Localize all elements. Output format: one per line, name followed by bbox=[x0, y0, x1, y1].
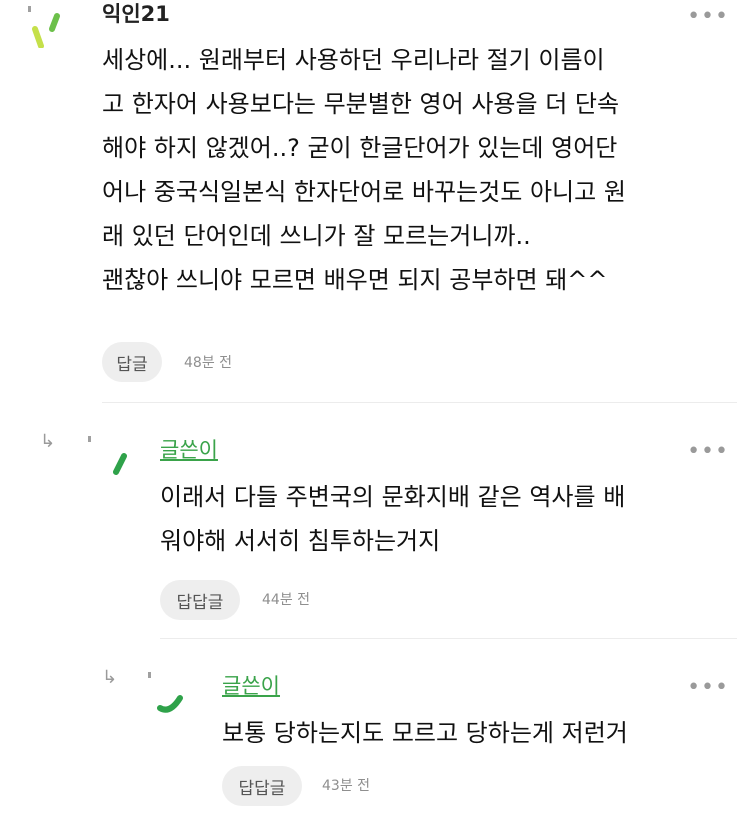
comment-timestamp: 43분 전 bbox=[322, 778, 371, 794]
avatar bbox=[88, 436, 127, 475]
comment-text: 이래서 다들 주변국의 문화지배 같은 역사를 배 워야해 서서히 침투하는거지 bbox=[160, 483, 626, 555]
reply-button[interactable]: 답답글 bbox=[222, 766, 302, 806]
comment-author[interactable]: 글쓴이 bbox=[222, 676, 280, 697]
comment-timestamp: 44분 전 bbox=[262, 592, 311, 608]
reply-arrow-icon: ↳ bbox=[102, 667, 118, 688]
comment-text: 세상에... 원래부터 사용하던 우리나라 절기 이름이 고 한자어 사용보다는… bbox=[102, 46, 626, 294]
divider bbox=[160, 638, 737, 639]
avatar bbox=[148, 672, 183, 713]
comment-author[interactable]: 익인21 bbox=[102, 4, 170, 25]
more-options-icon[interactable]: ••• bbox=[687, 441, 729, 463]
more-options-icon[interactable]: ••• bbox=[687, 6, 729, 28]
divider bbox=[102, 402, 737, 403]
avatar bbox=[28, 6, 60, 48]
reply-button[interactable]: 답답글 bbox=[160, 580, 240, 620]
reply-arrow-icon: ↳ bbox=[40, 431, 56, 452]
comment-timestamp: 48분 전 bbox=[184, 355, 233, 371]
reply-button[interactable]: 답글 bbox=[102, 342, 162, 382]
comment-author[interactable]: 글쓴이 bbox=[160, 440, 218, 461]
comment-text: 보통 당하는지도 모르고 당하는게 저런거 bbox=[222, 719, 628, 747]
more-options-icon[interactable]: ••• bbox=[687, 677, 729, 699]
